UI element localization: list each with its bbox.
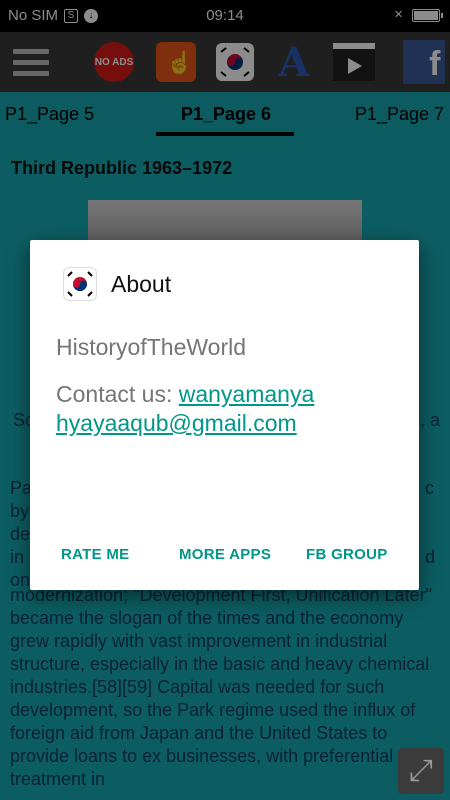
more-apps-button[interactable]: MORE APPS [179, 546, 271, 563]
contact-label: Contact us: [56, 381, 179, 407]
rate-me-button[interactable]: RATE ME [61, 546, 130, 563]
dialog-title: About [111, 271, 172, 297]
app-name: HistoryofTheWorld [56, 334, 247, 360]
app-flag-icon [64, 268, 96, 300]
fullscreen-icon[interactable]: ⤢ [398, 748, 444, 794]
fb-group-button[interactable]: FB GROUP [306, 546, 388, 563]
contact-line: Contact us: wanyamanyahyayaaqub@gmail.co… [56, 380, 316, 438]
about-dialog: About HistoryofTheWorld Contact us: wany… [30, 240, 419, 590]
